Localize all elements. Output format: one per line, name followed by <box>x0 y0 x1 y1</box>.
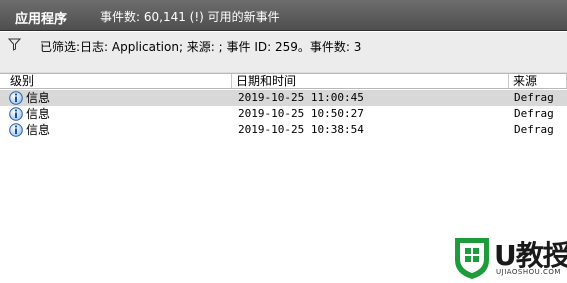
event-source: Defrag <box>514 107 554 120</box>
column-header-source[interactable]: 来源 <box>509 74 567 88</box>
event-count: 事件数: 60,141 (!) 可用的新事件 <box>100 10 280 24</box>
info-icon <box>9 123 23 137</box>
event-date: 2019-10-25 10:38:54 <box>238 123 364 136</box>
shield-logo-icon <box>455 238 489 279</box>
table-row[interactable]: 信息 2019-10-25 10:50:27 Defrag <box>0 106 567 122</box>
log-name: 应用程序 <box>15 12 68 27</box>
event-source: Defrag <box>514 123 554 136</box>
column-header-level[interactable]: 级别 <box>6 74 232 88</box>
event-level: 信息 <box>26 123 51 137</box>
info-icon <box>9 91 23 105</box>
funnel-icon <box>8 38 21 51</box>
event-date: 2019-10-25 11:00:45 <box>238 91 364 104</box>
event-date: 2019-10-25 10:50:27 <box>238 107 364 120</box>
event-level: 信息 <box>26 91 51 105</box>
table-row[interactable]: 信息 2019-10-25 10:38:54 Defrag <box>0 122 567 138</box>
table-header: 级别 日期和时间 来源 <box>0 73 567 89</box>
event-source: Defrag <box>514 91 554 104</box>
filter-description: 已筛选:日志: Application; 来源: ; 事件 ID: 259。事件… <box>40 40 362 54</box>
info-icon <box>9 107 23 121</box>
watermark-url: UJIAOSHOU.COM <box>496 268 561 276</box>
column-header-date[interactable]: 日期和时间 <box>232 74 509 88</box>
table-row[interactable]: 信息 2019-10-25 11:00:45 Defrag <box>0 90 567 106</box>
filter-bar: 已筛选:日志: Application; 来源: ; 事件 ID: 259。事件… <box>0 32 567 72</box>
watermark-logo: U教授 UJIAOSHOU.COM <box>452 232 567 282</box>
title-bar: 应用程序 事件数: 60,141 (!) 可用的新事件 <box>0 0 567 31</box>
event-level: 信息 <box>26 107 51 121</box>
event-list: 信息 2019-10-25 11:00:45 Defrag 信息 2019-10… <box>0 90 567 138</box>
